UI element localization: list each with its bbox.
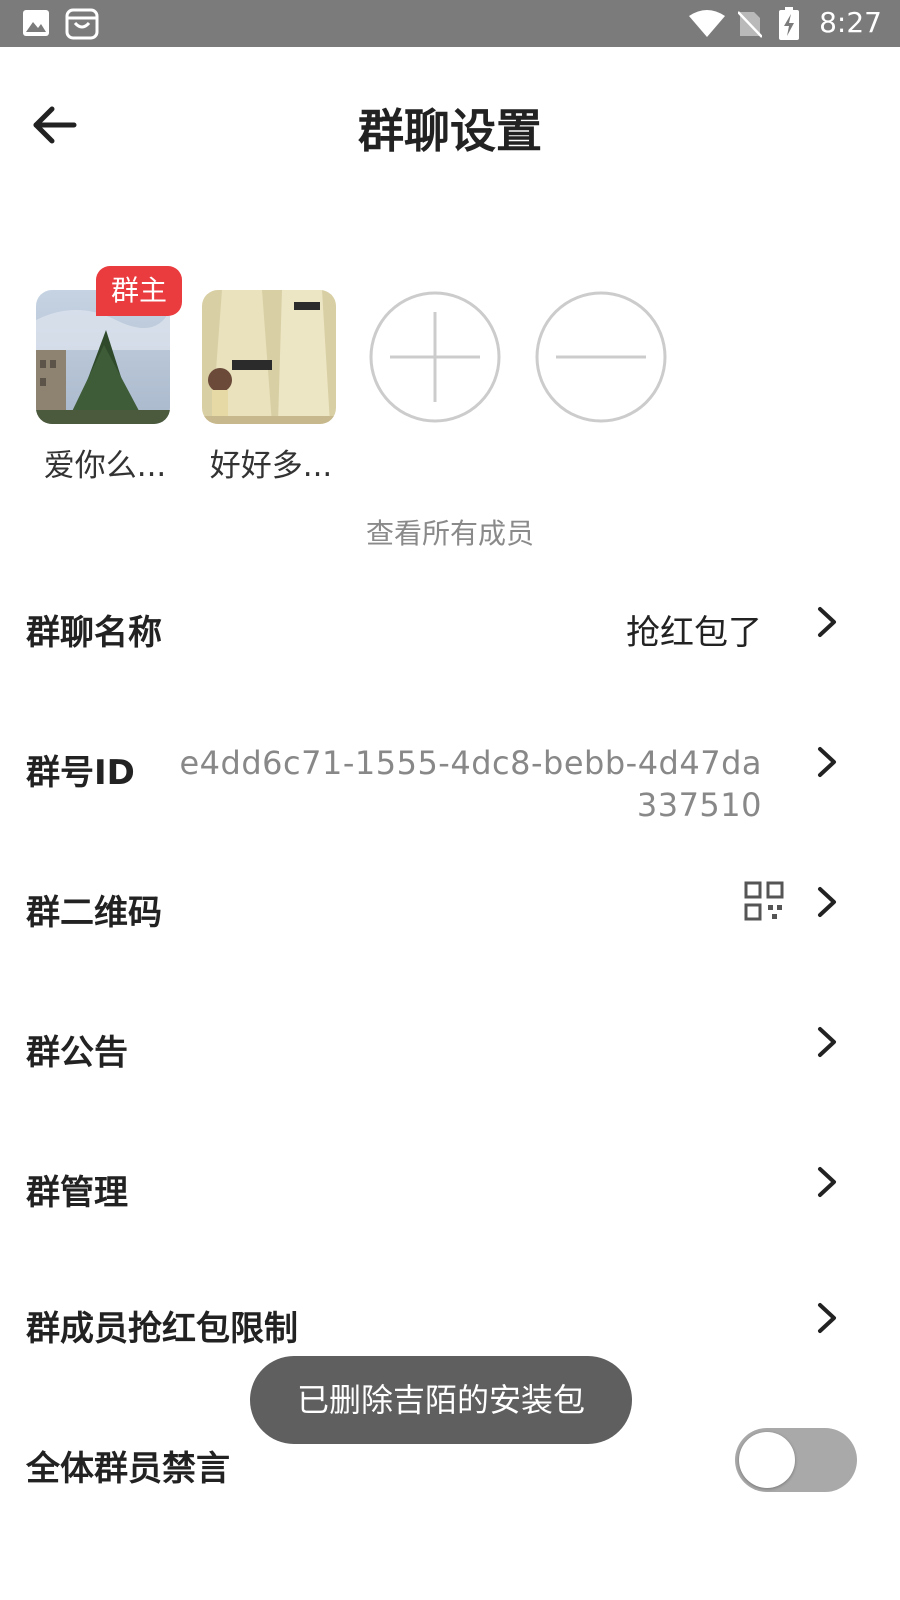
chevron-right-icon (818, 1303, 836, 1333)
toggle-knob (739, 1432, 795, 1488)
shopping-bag-icon (65, 8, 99, 40)
red-packet-limit-label: 群成员抢红包限制 (26, 1309, 298, 1349)
management-label: 群管理 (26, 1173, 128, 1213)
qr-code-label: 群二维码 (26, 893, 162, 933)
group-name-row[interactable]: 群聊名称 抢红包了 (0, 555, 900, 695)
battery-charging-icon (779, 7, 799, 40)
minus-circle-icon[interactable] (534, 290, 668, 424)
chevron-right-icon (818, 747, 836, 777)
page-title: 群聊设置 (358, 104, 542, 158)
view-all-members-link[interactable]: 查看所有成员 (0, 512, 900, 552)
image-icon (23, 10, 49, 36)
announcement-label: 群公告 (26, 1033, 128, 1073)
qr-code-icon (744, 881, 784, 921)
avatar[interactable] (202, 290, 336, 424)
qr-code-row[interactable]: 群二维码 (0, 835, 900, 975)
group-name-value: 抢红包了 (626, 613, 762, 653)
header: 群聊设置 (0, 47, 900, 207)
member-name: 爱你么... (43, 448, 167, 484)
member-item[interactable]: 爱你么... (36, 290, 172, 485)
chevron-right-icon (818, 1167, 836, 1197)
owner-badge: 群主 (96, 266, 182, 316)
chevron-right-icon (818, 1027, 836, 1057)
group-id-label: 群号ID (26, 753, 135, 793)
toast-message: 已删除吉陌的安装包 (250, 1356, 632, 1444)
mute-all-toggle[interactable] (735, 1428, 857, 1492)
no-sim-icon (738, 11, 762, 38)
plus-circle-icon[interactable] (368, 290, 502, 424)
wifi-icon (689, 10, 725, 37)
mute-all-label: 全体群员禁言 (26, 1449, 230, 1489)
chevron-right-icon (818, 607, 836, 637)
member-item[interactable]: 好好多... (202, 290, 338, 485)
status-bar: 8:27 (0, 0, 900, 47)
member-name: 好好多... (209, 448, 333, 484)
announcement-row[interactable]: 群公告 (0, 975, 900, 1115)
chevron-right-icon (818, 887, 836, 917)
management-row[interactable]: 群管理 (0, 1115, 900, 1255)
group-id-value: e4dd6c71-1555-4dc8-bebb-4d47da337510 (179, 744, 762, 824)
status-time: 8:27 (819, 6, 882, 39)
group-name-label: 群聊名称 (26, 613, 162, 653)
